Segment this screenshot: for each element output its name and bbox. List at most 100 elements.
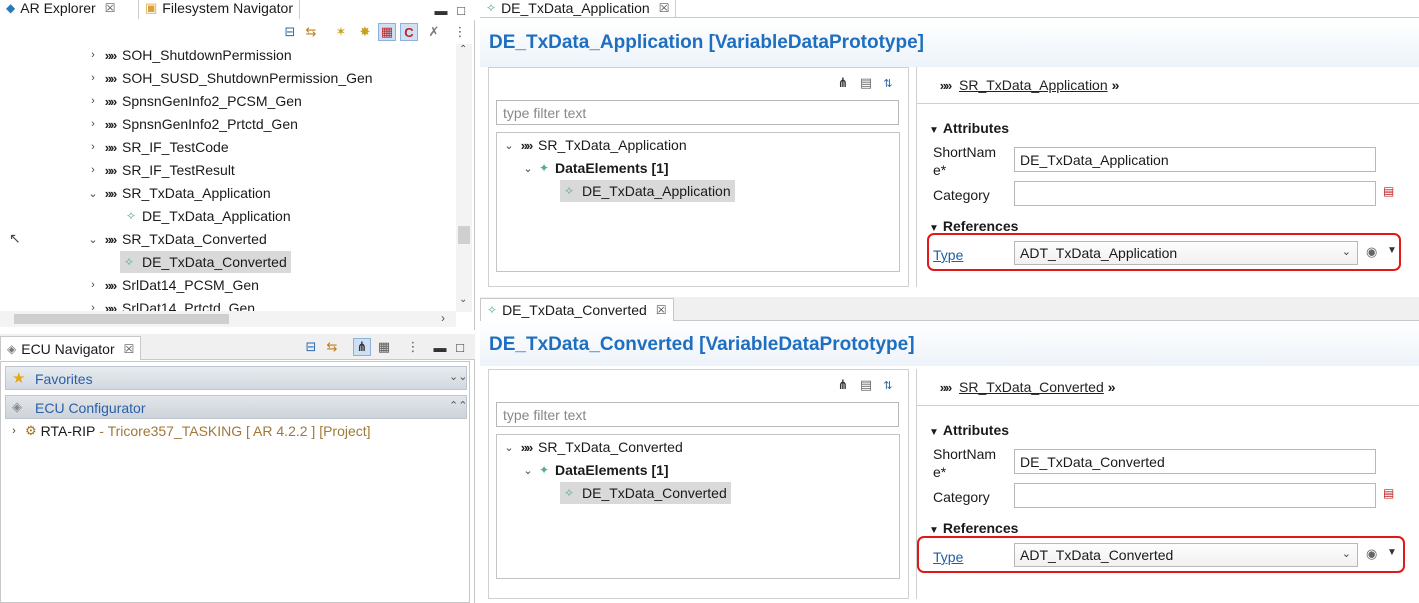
shortname-field[interactable]: DE_TxData_Application — [1014, 147, 1376, 172]
project-tree-item[interactable]: › ⚙ RTA-RIP - Tricore357_TASKING [ AR 4.… — [7, 420, 370, 442]
minimize-view-icon[interactable]: ▬ — [432, 1, 450, 19]
close-icon[interactable]: ☒ — [659, 1, 670, 15]
chevron-down-icon[interactable]: ⌄ — [502, 441, 516, 454]
scrollbar-thumb[interactable] — [458, 226, 470, 244]
breadcrumb-link[interactable]: SR_TxData_Converted — [959, 379, 1104, 395]
tab-ecu-navigator[interactable]: ◈ ECU Navigator ☒ — [0, 336, 142, 360]
breadcrumb[interactable]: »» SR_TxData_Converted » — [935, 379, 1116, 395]
tree-item-de-txdata-application[interactable]: ✧ DE_TxData_Application — [122, 205, 291, 227]
tab-de-txdata-converted[interactable]: ✧ DE_TxData_Converted ☒ — [480, 298, 674, 321]
link-with-editor-icon[interactable]: ⇆ — [323, 338, 341, 356]
navigate-forward-icon[interactable]: » — [1108, 379, 1116, 395]
close-icon[interactable]: ☒ — [656, 303, 667, 317]
chevron-right-icon[interactable]: › — [86, 164, 100, 176]
tree-item-sr-if-testresult[interactable]: › »» SR_IF_TestResult — [86, 159, 235, 181]
tree-item-label: DE_TxData_Converted — [142, 254, 287, 270]
interface-arrows-icon: »» — [104, 116, 117, 132]
chevron-down-icon[interactable]: ⌄ — [86, 187, 100, 200]
view-menu-icon[interactable]: ⋮ — [404, 338, 422, 356]
sort-az-icon[interactable]: ⇅ — [879, 376, 897, 394]
tree-item-label: SOH_SUSD_ShutdownPermission_Gen — [122, 70, 373, 86]
new-package-icon[interactable]: ✸ — [356, 23, 374, 41]
view-menu-icon[interactable]: ⋮ — [451, 23, 469, 41]
chevron-right-icon[interactable]: › — [86, 72, 100, 84]
link-with-editor-icon[interactable]: ⇆ — [302, 23, 320, 41]
attributes-heading[interactable]: ▼ Attributes — [929, 120, 1009, 136]
close-icon[interactable]: ☒ — [105, 1, 116, 15]
tree-item-label: SR_TxData_Converted — [538, 439, 683, 455]
tree-item-leaf[interactable]: ✧ DE_TxData_Application — [560, 180, 735, 202]
references-heading[interactable]: ▼ References — [929, 218, 1018, 234]
clear-field-icon[interactable]: ▤ — [1383, 184, 1394, 198]
chevron-right-icon[interactable]: › — [86, 141, 100, 153]
tree-item-group[interactable]: ⌄ ✦ DataElements [1] — [521, 459, 668, 481]
horizontal-scrollbar[interactable]: › — [0, 311, 456, 327]
chevron-right-icon[interactable]: › — [86, 118, 100, 130]
scroll-right-icon[interactable]: › — [441, 311, 445, 325]
project-icon: ⚙ — [25, 423, 37, 438]
columns-icon[interactable]: ▦ — [375, 338, 393, 356]
references-heading[interactable]: ▼ References — [929, 520, 1018, 536]
ecu-configurator-section[interactable]: ◈ ECU Configurator ⌃⌃ — [5, 395, 467, 419]
tab-de-txdata-application[interactable]: ✧ DE_TxData_Application ☒ — [480, 0, 677, 18]
filter-grid-icon[interactable]: ▦ — [378, 23, 396, 41]
maximize-view-icon[interactable]: □ — [452, 1, 470, 19]
tree-item-root[interactable]: ⌄ »» SR_TxData_Application — [502, 134, 686, 156]
expand-section-icon[interactable]: ⌄⌄ — [449, 370, 467, 383]
tree-item-spnsngeninfo2-prtctd-gen[interactable]: › »» SpnsnGenInfo2_Prtctd_Gen — [86, 113, 298, 135]
close-icon[interactable]: ☒ — [124, 342, 135, 356]
tab-ar-explorer[interactable]: ◆ AR Explorer ☒ — [0, 0, 121, 19]
validate-icon[interactable]: C — [400, 23, 418, 41]
breadcrumb-link[interactable]: SR_TxData_Application — [959, 77, 1108, 93]
clear-field-icon[interactable]: ▤ — [1383, 486, 1394, 500]
filter-input[interactable]: type filter text — [496, 100, 899, 125]
chevron-right-icon[interactable]: › — [7, 425, 21, 437]
tree-item-group[interactable]: ⌄ ✦ DataElements [1] — [521, 157, 668, 179]
tree-item-sr-txdata-converted[interactable]: ⌄ »» SR_TxData_Converted — [86, 228, 266, 250]
collapse-all-icon[interactable]: ⊟ — [302, 338, 320, 356]
hierarchy-icon[interactable]: ⋔ — [834, 376, 852, 394]
tree-item-soh-susd-shutdownpermission-gen[interactable]: › »» SOH_SUSD_ShutdownPermission_Gen — [86, 67, 373, 89]
tree-item-leaf[interactable]: ✧ DE_TxData_Converted — [560, 482, 731, 504]
tree-item-sr-txdata-application[interactable]: ⌄ »» SR_TxData_Application — [86, 182, 270, 204]
chevron-down-icon[interactable]: ⌄ — [502, 139, 516, 152]
attributes-heading[interactable]: ▼ Attributes — [929, 422, 1009, 438]
document-icon[interactable]: ▤ — [857, 376, 875, 394]
chevron-right-icon[interactable]: › — [86, 49, 100, 61]
tree-item-spnsngeninfo2-pcsm-gen[interactable]: › »» SpnsnGenInfo2_PCSM_Gen — [86, 90, 302, 112]
scrollbar-thumb[interactable] — [14, 314, 229, 324]
scroll-down-icon[interactable]: ⌄ — [459, 294, 467, 305]
tree-item-de-txdata-converted[interactable]: ✧ DE_TxData_Converted — [120, 251, 291, 273]
pin-icon[interactable]: ✗ — [425, 23, 443, 41]
document-icon[interactable]: ▤ — [857, 74, 875, 92]
sort-az-icon[interactable]: ⇅ — [879, 74, 897, 92]
hierarchy-icon[interactable]: ⋔ — [834, 74, 852, 92]
vertical-scrollbar[interactable]: ⌃ ⌄ — [456, 44, 472, 312]
shortname-field[interactable]: DE_TxData_Converted — [1014, 449, 1376, 474]
category-field[interactable] — [1014, 181, 1376, 206]
tree-item-srldat14-pcsm-gen[interactable]: › »» SrlDat14_PCSM_Gen — [86, 274, 259, 296]
tree-item-soh-shutdownpermission[interactable]: › »» SOH_ShutdownPermission — [86, 44, 291, 66]
scroll-up-icon[interactable]: ⌃ — [459, 44, 467, 55]
tree-item-sr-if-testcode[interactable]: › »» SR_IF_TestCode — [86, 136, 228, 158]
chevron-down-icon[interactable]: ⌄ — [521, 162, 535, 175]
collapse-section-icon[interactable]: ⌃⌃ — [449, 399, 467, 412]
chevron-down-icon[interactable]: ⌄ — [86, 233, 100, 246]
tree-item-root[interactable]: ⌄ »» SR_TxData_Converted — [502, 436, 683, 458]
favorites-section[interactable]: ★ Favorites ⌄⌄ — [5, 366, 467, 390]
new-element-icon[interactable]: ✶ — [332, 23, 350, 41]
minimize-view-icon[interactable]: ▬ — [431, 338, 449, 356]
chevron-down-icon[interactable]: ⌄ — [521, 464, 535, 477]
tree-item-label: SpnsnGenInfo2_PCSM_Gen — [122, 93, 302, 109]
chevron-right-icon[interactable]: › — [86, 95, 100, 107]
chevron-right-icon[interactable]: › — [86, 279, 100, 291]
hierarchy-icon[interactable]: ⋔ — [353, 338, 371, 356]
filter-input[interactable]: type filter text — [496, 402, 899, 427]
navigate-forward-icon[interactable]: » — [1112, 77, 1120, 93]
tree-item-srldat14-prtctd-gen[interactable]: › »» SrlDat14_Prtctd_Gen — [86, 297, 255, 312]
maximize-view-icon[interactable]: □ — [451, 338, 469, 356]
collapse-all-icon[interactable]: ⊟ — [281, 23, 299, 41]
category-field[interactable] — [1014, 483, 1376, 508]
breadcrumb[interactable]: »» SR_TxData_Application » — [935, 77, 1120, 93]
tab-filesystem-navigator[interactable]: ▣ Filesystem Navigator — [138, 0, 300, 19]
